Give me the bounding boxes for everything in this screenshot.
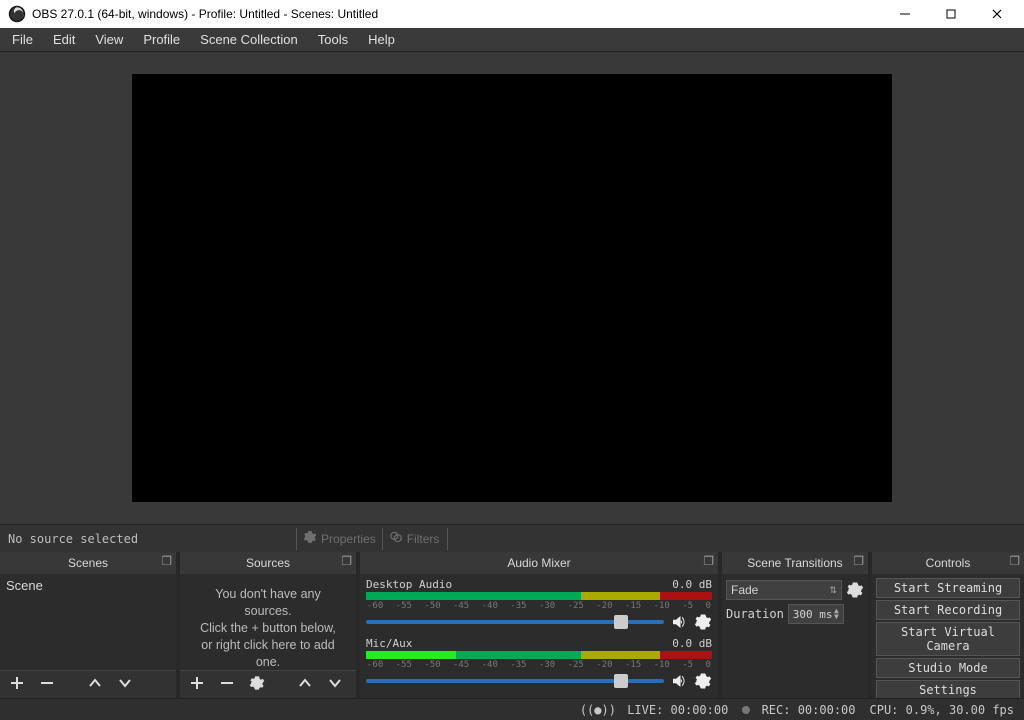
scene-item[interactable]: Scene <box>0 574 176 597</box>
live-status: ((●)) LIVE: 00:00:00 <box>580 703 729 717</box>
channel-name: Desktop Audio <box>366 578 452 591</box>
scenes-title: Scenes <box>68 556 108 570</box>
scenes-dock-header[interactable]: Scenes ❐ <box>0 552 176 574</box>
gear-icon[interactable] <box>694 613 712 631</box>
spin-arrows-icon: ▲▼ <box>834 608 839 620</box>
speaker-icon[interactable] <box>670 613 688 631</box>
filters-button[interactable]: Filters <box>382 528 446 550</box>
transitions-dock-header[interactable]: Scene Transitions ❐ <box>722 552 868 574</box>
sources-dock-header[interactable]: Sources ❐ <box>180 552 356 574</box>
window-titlebar: OBS 27.0.1 (64-bit, windows) - Profile: … <box>0 0 1024 28</box>
menu-tools[interactable]: Tools <box>308 29 358 50</box>
no-sources-note: You don't have any sources. Click the + … <box>180 574 356 670</box>
start-virtual-camera-button[interactable]: Start Virtual Camera <box>876 622 1020 656</box>
gear-icon[interactable] <box>846 581 864 599</box>
broadcast-icon: ((●)) <box>580 703 616 717</box>
mixer-body: Desktop Audio 0.0 dB -60-55-50-45-40-35-… <box>360 574 718 698</box>
preview-area <box>0 52 1024 524</box>
popout-icon[interactable]: ❐ <box>161 554 172 568</box>
meter-ticks: -60-55-50-45-40-35-30-25-20-15-10-50 <box>366 601 712 611</box>
transition-combo[interactable]: Fade ⇅ <box>726 580 842 600</box>
duration-value: 300 ms <box>793 608 833 621</box>
context-toolbar: No source selected Properties Filters <box>0 524 1024 552</box>
transitions-title: Scene Transitions <box>747 556 842 570</box>
mixer-channel-mic: Mic/Aux 0.0 dB -60-55-50-45-40-35-30-25-… <box>366 637 712 690</box>
filters-icon <box>389 530 403 547</box>
controls-dock-header[interactable]: Controls ❐ <box>872 552 1024 574</box>
move-source-down-button[interactable] <box>326 675 344 694</box>
menu-bar: File Edit View Profile Scene Collection … <box>0 28 1024 52</box>
scenes-dock: Scenes ❐ Scene <box>0 552 176 698</box>
transitions-dock: Scene Transitions ❐ Fade ⇅ Duration 300 … <box>722 552 868 698</box>
vu-meter <box>366 592 712 600</box>
window-close-button[interactable] <box>974 0 1020 28</box>
popout-icon[interactable]: ❐ <box>853 554 864 568</box>
menu-help[interactable]: Help <box>358 29 405 50</box>
mixer-dock-header[interactable]: Audio Mixer ❐ <box>360 552 718 574</box>
transition-value: Fade <box>731 583 758 597</box>
controls-dock: Controls ❐ Start Streaming Start Recordi… <box>872 552 1024 698</box>
sources-list[interactable]: You don't have any sources. Click the + … <box>180 574 356 670</box>
studio-mode-button[interactable]: Studio Mode <box>876 658 1020 678</box>
window-title: OBS 27.0.1 (64-bit, windows) - Profile: … <box>32 7 378 21</box>
scenes-list[interactable]: Scene <box>0 574 176 670</box>
add-scene-button[interactable] <box>8 675 26 694</box>
volume-slider[interactable] <box>366 620 664 624</box>
properties-button[interactable]: Properties <box>296 528 382 550</box>
settings-button[interactable]: Settings <box>876 680 1020 698</box>
cpu-status: CPU: 0.9%, 30.00 fps <box>870 703 1015 717</box>
speaker-icon[interactable] <box>670 672 688 690</box>
channel-name: Mic/Aux <box>366 637 412 650</box>
controls-title: Controls <box>926 556 971 570</box>
properties-label: Properties <box>321 532 376 546</box>
move-scene-up-button[interactable] <box>86 675 104 694</box>
rec-status: REC: 00:00:00 <box>742 703 855 717</box>
start-streaming-button[interactable]: Start Streaming <box>876 578 1020 598</box>
window-maximize-button[interactable] <box>928 0 974 28</box>
sources-dock: Sources ❐ You don't have any sources. Cl… <box>180 552 356 698</box>
popout-icon[interactable]: ❐ <box>341 554 352 568</box>
channel-db: 0.0 dB <box>672 637 712 650</box>
preview-canvas[interactable] <box>132 74 892 502</box>
duration-label: Duration <box>726 607 784 621</box>
popout-icon[interactable]: ❐ <box>703 554 714 568</box>
menu-view[interactable]: View <box>85 29 133 50</box>
popout-icon[interactable]: ❐ <box>1009 554 1020 568</box>
add-source-button[interactable] <box>188 675 206 694</box>
move-scene-down-button[interactable] <box>116 675 134 694</box>
sources-toolbar <box>180 670 356 698</box>
gear-icon <box>303 530 317 547</box>
status-bar: ((●)) LIVE: 00:00:00 REC: 00:00:00 CPU: … <box>0 698 1024 720</box>
duration-spinbox[interactable]: 300 ms ▲▼ <box>788 604 844 624</box>
meter-ticks: -60-55-50-45-40-35-30-25-20-15-10-50 <box>366 660 712 670</box>
mixer-channel-desktop: Desktop Audio 0.0 dB -60-55-50-45-40-35-… <box>366 578 712 631</box>
remove-source-button[interactable] <box>218 675 236 694</box>
no-source-selected-label: No source selected <box>0 532 146 546</box>
chevron-updown-icon: ⇅ <box>829 585 837 596</box>
start-recording-button[interactable]: Start Recording <box>876 600 1020 620</box>
audio-mixer-dock: Audio Mixer ❐ Desktop Audio 0.0 dB -60-5… <box>360 552 718 698</box>
filters-label: Filters <box>407 532 440 546</box>
menu-profile[interactable]: Profile <box>133 29 190 50</box>
remove-scene-button[interactable] <box>38 675 56 694</box>
source-properties-button[interactable] <box>248 675 266 694</box>
record-dot-icon <box>742 706 750 714</box>
move-source-up-button[interactable] <box>296 675 314 694</box>
volume-slider[interactable] <box>366 679 664 683</box>
menu-file[interactable]: File <box>2 29 43 50</box>
menu-scene-collection[interactable]: Scene Collection <box>190 29 308 50</box>
window-minimize-button[interactable] <box>882 0 928 28</box>
channel-db: 0.0 dB <box>672 578 712 591</box>
mixer-title: Audio Mixer <box>507 556 570 570</box>
gear-icon[interactable] <box>694 672 712 690</box>
scenes-toolbar <box>0 670 176 698</box>
menu-edit[interactable]: Edit <box>43 29 85 50</box>
vu-meter <box>366 651 712 659</box>
obs-app-icon <box>8 5 26 23</box>
sources-title: Sources <box>246 556 290 570</box>
